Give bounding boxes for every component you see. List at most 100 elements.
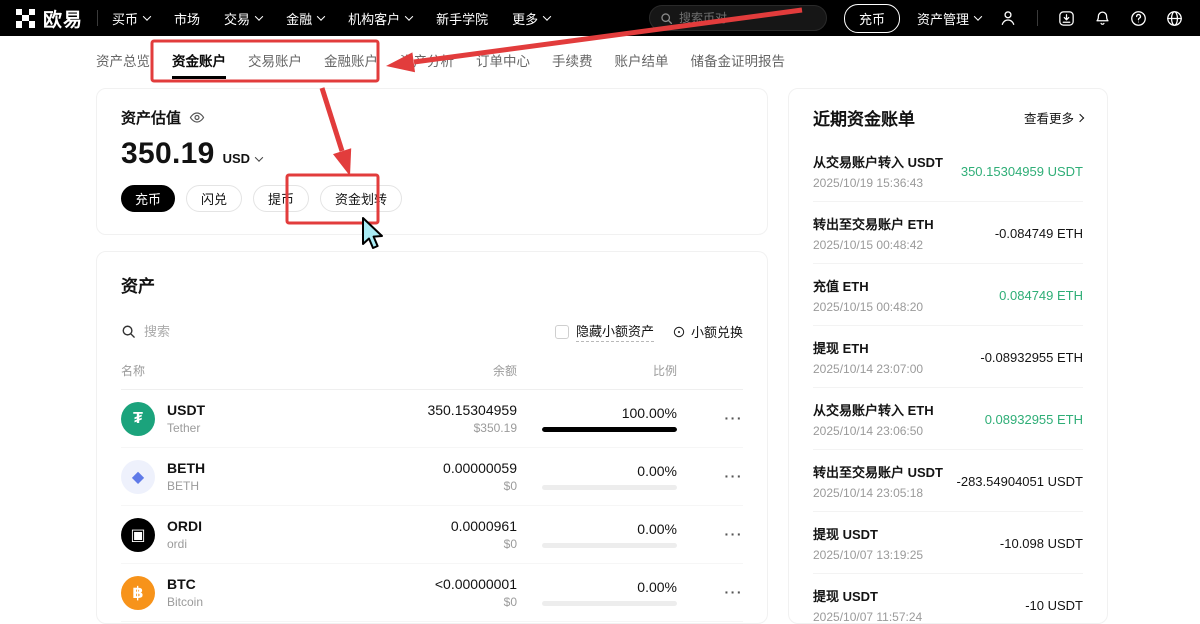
bill-title: 提现 USDT [813,586,922,605]
ratio-bar [542,601,677,606]
deposit-button[interactable]: 充币 [844,4,900,33]
bill-time: 2025/10/15 00:48:20 [813,300,923,314]
coin-symbol: BTC [167,576,203,592]
download-app-icon[interactable] [1057,9,1076,28]
bill-item[interactable]: 提现 USDT 2025/10/07 13:19:25 -10.098 USDT [813,512,1083,574]
top-nav: 欧易 买币 市场 交易 金融 机构客户 新手学院 更多 充币 资产管理 [0,0,1200,36]
account-tab[interactable]: 储备金证明报告 [691,36,786,84]
assets-card: 资产 隐藏小额资产 小额兑换 名称 余额 比例 ₮ [96,251,768,624]
okx-logo-icon [16,9,35,28]
asset-row[interactable]: ₮ USDT Tether 350.15304959 $350.19 100.0… [121,390,743,448]
bill-amount: -0.084749 ETH [995,226,1083,241]
hide-small-checkbox[interactable] [555,325,569,339]
account-tab[interactable]: 交易账户 [248,36,302,84]
more-actions-icon[interactable]: ··· [725,526,744,542]
help-icon[interactable] [1129,9,1148,28]
chevron-down-icon [255,153,263,161]
divider [97,10,98,26]
asset-row[interactable]: ▣ ORDI ordi 0.0000961 $0 0.00% ··· [121,506,743,564]
asset-management-menu[interactable]: 资产管理 [917,9,981,28]
account-tab[interactable]: 订单中心 [476,36,530,84]
coin-ratio: 0.00% [517,463,677,479]
coin-balance: 350.15304959 [327,402,517,418]
asset-row[interactable]: ฿ BTC Bitcoin <0.00000001 $0 0.00% ··· [121,564,743,622]
divider [1037,10,1038,26]
top-menu-item[interactable]: 市场 [174,9,200,28]
bill-amount: 350.15304959 USDT [961,164,1083,179]
account-tab[interactable]: 资产总览 [96,36,150,84]
pair-search-input[interactable] [679,11,799,25]
bill-item[interactable]: 从交易账户转入 ETH 2025/10/14 23:06:50 0.089329… [813,388,1083,450]
language-globe-icon[interactable] [1165,9,1184,28]
hide-small-assets-toggle[interactable]: 隐藏小额资产 [555,321,654,342]
total-valuation-amount: 350.19 [121,137,215,171]
bill-item[interactable]: 充值 ETH 2025/10/15 00:48:20 0.084749 ETH [813,264,1083,326]
coin-fiat-value: $0 [327,595,517,609]
chevron-down-icon [317,12,325,20]
bill-title: 提现 USDT [813,524,923,543]
coin-fiat-value: $0 [327,537,517,551]
recent-bills-card: 近期资金账单 查看更多 从交易账户转入 USDT 2025/10/19 15:3… [788,88,1108,624]
top-menu-item[interactable]: 机构客户 [348,9,412,28]
account-tab[interactable]: 资产分析 [400,36,454,84]
coin-ratio: 0.00% [517,521,677,537]
bill-amount: -10.098 USDT [1000,536,1083,551]
bill-item[interactable]: 提现 USDT 2025/10/07 11:57:24 -10 USDT [813,574,1083,624]
user-icon[interactable] [998,8,1018,28]
okx-logo[interactable]: 欧易 [16,5,83,32]
account-tab[interactable]: 手续费 [552,36,593,84]
logo-text: 欧易 [43,5,83,32]
more-actions-icon[interactable]: ··· [725,584,744,600]
chevron-down-icon [405,12,413,20]
coin-icon: ₮ [121,402,155,436]
asset-search-box[interactable] [121,324,555,339]
coin-fiat-value: $0 [327,479,517,493]
small-convert-link[interactable]: 小额兑换 [672,322,743,341]
search-icon [121,324,136,339]
coin-name: Tether [167,421,205,435]
ratio-bar [542,427,677,432]
bill-item[interactable]: 提现 ETH 2025/10/14 23:07:00 -0.08932955 E… [813,326,1083,388]
bill-time: 2025/10/07 11:57:24 [813,610,922,624]
bill-item[interactable]: 转出至交易账户 USDT 2025/10/14 23:05:18 -283.54… [813,450,1083,512]
bill-item[interactable]: 转出至交易账户 ETH 2025/10/15 00:48:42 -0.08474… [813,202,1083,264]
bill-time: 2025/10/14 23:05:18 [813,486,943,500]
bills-list: 从交易账户转入 USDT 2025/10/19 15:36:43 350.153… [813,140,1083,624]
bill-amount: -283.54904051 USDT [957,474,1083,489]
notifications-bell-icon[interactable] [1093,9,1112,28]
top-menu-item[interactable]: 买币 [112,9,150,28]
coin-name: Bitcoin [167,595,203,609]
top-menu-item[interactable]: 新手学院 [436,9,488,28]
chevron-down-icon [974,12,982,20]
action-button[interactable]: 闪兑 [186,185,242,212]
top-menu-item[interactable]: 交易 [224,9,262,28]
more-actions-icon[interactable]: ··· [725,410,744,426]
asset-search-input[interactable] [144,324,344,339]
bill-amount: 0.08932955 ETH [985,412,1083,427]
valuation-currency-select[interactable]: USD [223,151,262,166]
account-tab[interactable]: 资金账户 [172,36,226,84]
assets-table-header: 名称 余额 比例 [121,362,743,390]
coin-ratio: 0.00% [517,579,677,595]
coin-icon: ▣ [121,518,155,552]
asset-row[interactable]: ◆ BETH BETH 0.00000059 $0 0.00% ··· [121,448,743,506]
eye-icon[interactable] [189,110,205,125]
bill-amount: -0.08932955 ETH [980,350,1083,365]
action-button[interactable]: 充币 [121,185,175,212]
bill-title: 充值 ETH [813,276,923,295]
bill-item[interactable]: 从交易账户转入 USDT 2025/10/19 15:36:43 350.153… [813,140,1083,202]
action-button[interactable]: 资金划转 [320,185,402,212]
coin-symbol: BETH [167,460,205,476]
account-tab[interactable]: 账户结单 [615,36,669,84]
coin-name: BETH [167,479,205,493]
chevron-down-icon [543,12,551,20]
action-button[interactable]: 提币 [253,185,309,212]
bill-amount: 0.084749 ETH [999,288,1083,303]
top-menu-item[interactable]: 更多 [512,9,550,28]
top-menu-item[interactable]: 金融 [286,9,324,28]
account-tab[interactable]: 金融账户 [324,36,378,84]
more-actions-icon[interactable]: ··· [725,468,744,484]
pair-search-box[interactable] [649,5,827,31]
coin-name: ordi [167,537,202,551]
view-more-link[interactable]: 查看更多 [1024,108,1083,127]
